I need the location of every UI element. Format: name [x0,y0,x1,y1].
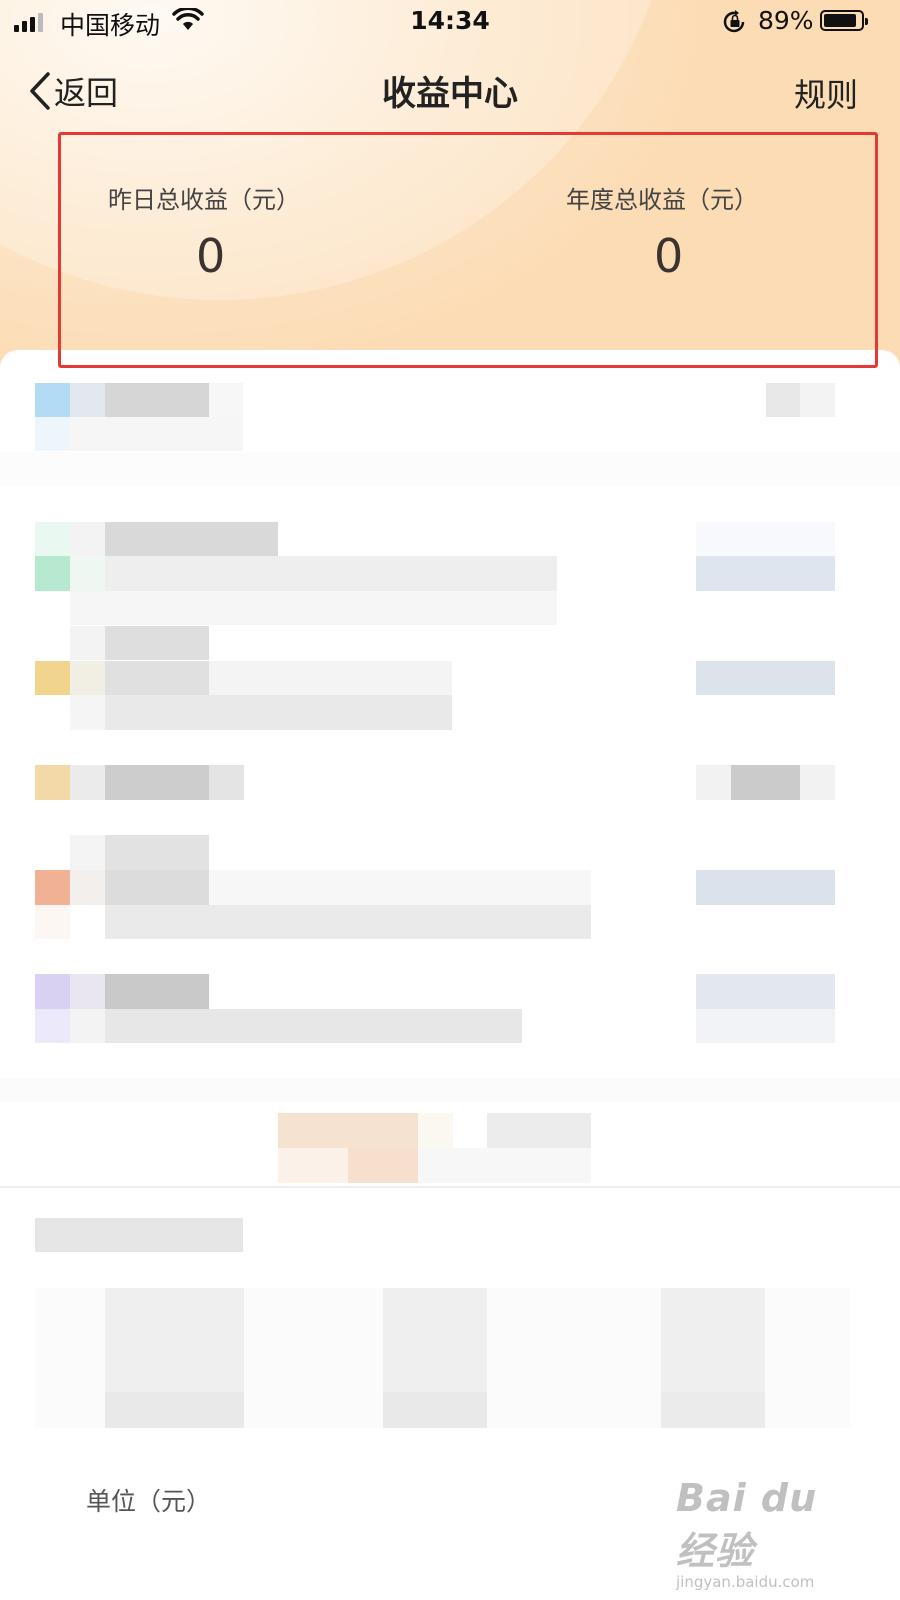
pixelated-block [105,765,209,800]
pixelated-block [418,1148,591,1183]
watermark-brand: Bai du 经验 [676,1476,818,1573]
pixelated-block [209,661,452,695]
pixelated-block [70,626,105,660]
pixelated-block [35,905,70,939]
unit-label: 单位（元） [86,1487,212,1516]
pixelated-block [418,1113,453,1148]
pixelated-block [209,765,244,800]
battery-percent: 89% [758,6,814,35]
pixelated-block [696,974,835,1009]
pixelated-block [0,452,900,486]
pixelated-block [278,1148,348,1183]
pixelated-block [696,522,835,556]
pixelated-block [35,765,70,800]
pixelated-block [696,765,731,800]
pixelated-block [661,1392,765,1428]
pixelated-block [696,661,835,695]
pixelated-block [0,1186,900,1188]
pixelated-block [696,556,835,591]
pixelated-block [105,974,209,1009]
pixelated-block [70,661,105,695]
pixelated-block [70,383,105,417]
highlight-box [58,132,878,368]
pixelated-block [35,870,70,905]
status-bar: 中国移动 14:34 89% [0,0,900,46]
pixelated-block [70,870,105,905]
pixelated-block [105,661,209,695]
pixelated-block [70,522,105,556]
pixelated-block [383,1392,487,1428]
pixelated-block [70,1009,105,1043]
watermark: Bai du 经验 jingyan.baidu.com [676,1476,846,1591]
rotation-lock-icon [723,10,745,33]
pixelated-block [70,695,105,730]
pixelated-block [696,1009,835,1043]
pixelated-block [209,383,243,417]
pixelated-block [35,1218,243,1252]
pixelated-block [70,835,105,870]
pixelated-block [278,1113,418,1148]
page-title: 收益中心 [382,74,518,114]
pixelated-block [105,1009,522,1043]
pixelated-block [696,870,835,905]
pixelated-block [35,556,70,591]
pixelated-block [105,835,209,870]
pixelated-block [0,1078,900,1102]
pixelated-block [487,1113,591,1148]
pixelated-block [105,556,557,591]
pixelated-block [35,974,70,1009]
pixelated-block [70,765,105,800]
pixelated-block [105,522,278,556]
pixelated-block [209,870,591,905]
pixelated-block [105,626,209,660]
pixelated-block [35,522,70,556]
pixelated-block [348,1148,418,1183]
pixelated-block [105,383,209,417]
battery-fill [824,14,857,27]
pixelated-block [731,765,800,800]
pixelated-block [766,383,800,417]
pixelated-block [70,417,243,451]
battery-icon [820,10,868,31]
pixelated-block [105,695,452,730]
pixelated-block [105,1392,244,1428]
watermark-url: jingyan.baidu.com [676,1573,815,1591]
pixelated-block [70,591,557,625]
pixelated-block [105,905,591,939]
pixelated-block [105,870,209,905]
pixelated-block [800,765,835,800]
pixelated-block [800,383,835,417]
pixelated-block [35,383,70,417]
nav-bar: 返回 收益中心 规则 [0,56,900,126]
pixelated-block [35,1009,70,1043]
rules-button[interactable]: 规则 [794,70,858,116]
pixelated-block [35,417,70,451]
pixelated-block [35,661,70,695]
pixelated-block [70,974,105,1009]
pixelated-block [70,556,105,591]
